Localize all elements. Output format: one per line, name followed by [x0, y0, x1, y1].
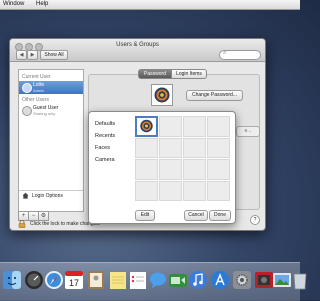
category-camera[interactable]: Camera [95, 157, 115, 163]
picture-cell[interactable] [183, 116, 206, 137]
target-icon [154, 87, 170, 103]
user-row-guest[interactable]: Guest User Sharing only [19, 104, 83, 117]
category-defaults[interactable]: Defaults [95, 121, 115, 127]
notes-icon[interactable] [108, 270, 128, 290]
picture-cell[interactable] [159, 180, 182, 201]
lock-icon[interactable] [18, 220, 26, 228]
safari-icon[interactable] [44, 270, 64, 290]
change-password-button[interactable]: Change Password... [186, 90, 243, 101]
category-recents[interactable]: Recents [95, 133, 115, 139]
picture-cell[interactable] [135, 159, 158, 180]
calendar-icon[interactable]: 17 [64, 270, 84, 290]
system-preferences-icon[interactable] [232, 270, 252, 290]
category-faces[interactable]: Faces [95, 145, 110, 151]
user-list-toolbar: + − ⚙ [18, 211, 82, 221]
house-icon [22, 192, 29, 199]
finder-icon[interactable] [2, 270, 22, 290]
picture-cell[interactable] [207, 180, 230, 201]
window-title: Users & Groups [116, 42, 159, 48]
calendar-day-label: 17 [69, 278, 79, 288]
iphoto-icon[interactable] [272, 270, 292, 290]
help-button[interactable]: ? [250, 215, 260, 225]
picture-cell[interactable] [207, 159, 230, 180]
target-icon [140, 119, 153, 133]
picture-cell[interactable] [135, 137, 158, 158]
obscured-button[interactable]: e... [236, 126, 260, 137]
app-store-icon[interactable] [210, 270, 230, 290]
edit-button[interactable]: Edit [135, 210, 155, 221]
avatar [22, 83, 32, 93]
messages-icon[interactable] [148, 270, 168, 290]
search-icon: ⌕ [223, 50, 227, 56]
user-role: Sharing only [33, 111, 56, 116]
current-user-heading: Current User [22, 74, 51, 80]
show-all-button[interactable]: Show All [40, 50, 68, 60]
picture-cell[interactable] [207, 137, 230, 158]
user-picture-well[interactable] [151, 84, 173, 106]
picture-cell[interactable] [159, 137, 182, 158]
picture-cell-selected[interactable] [135, 116, 158, 137]
picture-picker-popover: Defaults Recents Faces Camera Edit Cance… [88, 111, 236, 224]
login-options-label: Login Options [32, 193, 63, 199]
picture-cell[interactable] [135, 180, 158, 201]
tab-login-items[interactable]: Login Items [171, 69, 207, 79]
picture-grid [135, 116, 231, 202]
picture-cell[interactable] [183, 159, 206, 180]
window-titlebar: Users & Groups ◀ ▶ Show All ⌕ [10, 39, 265, 62]
facetime-icon[interactable] [168, 270, 188, 290]
user-role: Admin [33, 88, 45, 93]
other-users-heading: Other Users [22, 97, 49, 103]
user-row-current[interactable]: Lotte Admin [19, 81, 83, 94]
menu-help[interactable]: Help [36, 1, 48, 7]
itunes-icon[interactable] [188, 270, 208, 290]
reminders-icon[interactable] [128, 270, 148, 290]
dashboard-icon[interactable] [24, 270, 44, 290]
picture-cell[interactable] [183, 180, 206, 201]
forward-button[interactable]: ▶ [27, 50, 38, 60]
menu-window[interactable]: Window [3, 1, 24, 7]
search-input[interactable]: ⌕ [219, 50, 261, 60]
tab-password[interactable]: Password [138, 69, 172, 79]
picture-cell[interactable] [159, 159, 182, 180]
menu-bar: Window Help [0, 0, 300, 10]
picture-cell[interactable] [207, 116, 230, 137]
picture-cell[interactable] [183, 137, 206, 158]
guest-avatar [22, 106, 32, 116]
login-options-item[interactable]: Login Options [19, 190, 83, 201]
contacts-icon[interactable] [86, 270, 106, 290]
done-button[interactable]: Done [209, 210, 231, 221]
back-button[interactable]: ◀ [16, 50, 27, 60]
photo-booth-icon[interactable] [254, 270, 274, 290]
picture-cell[interactable] [159, 116, 182, 137]
user-list: Current User Lotte Admin Other Users Gue… [18, 69, 84, 212]
cancel-button[interactable]: Cancel [184, 210, 208, 221]
trash-icon[interactable] [290, 270, 310, 290]
